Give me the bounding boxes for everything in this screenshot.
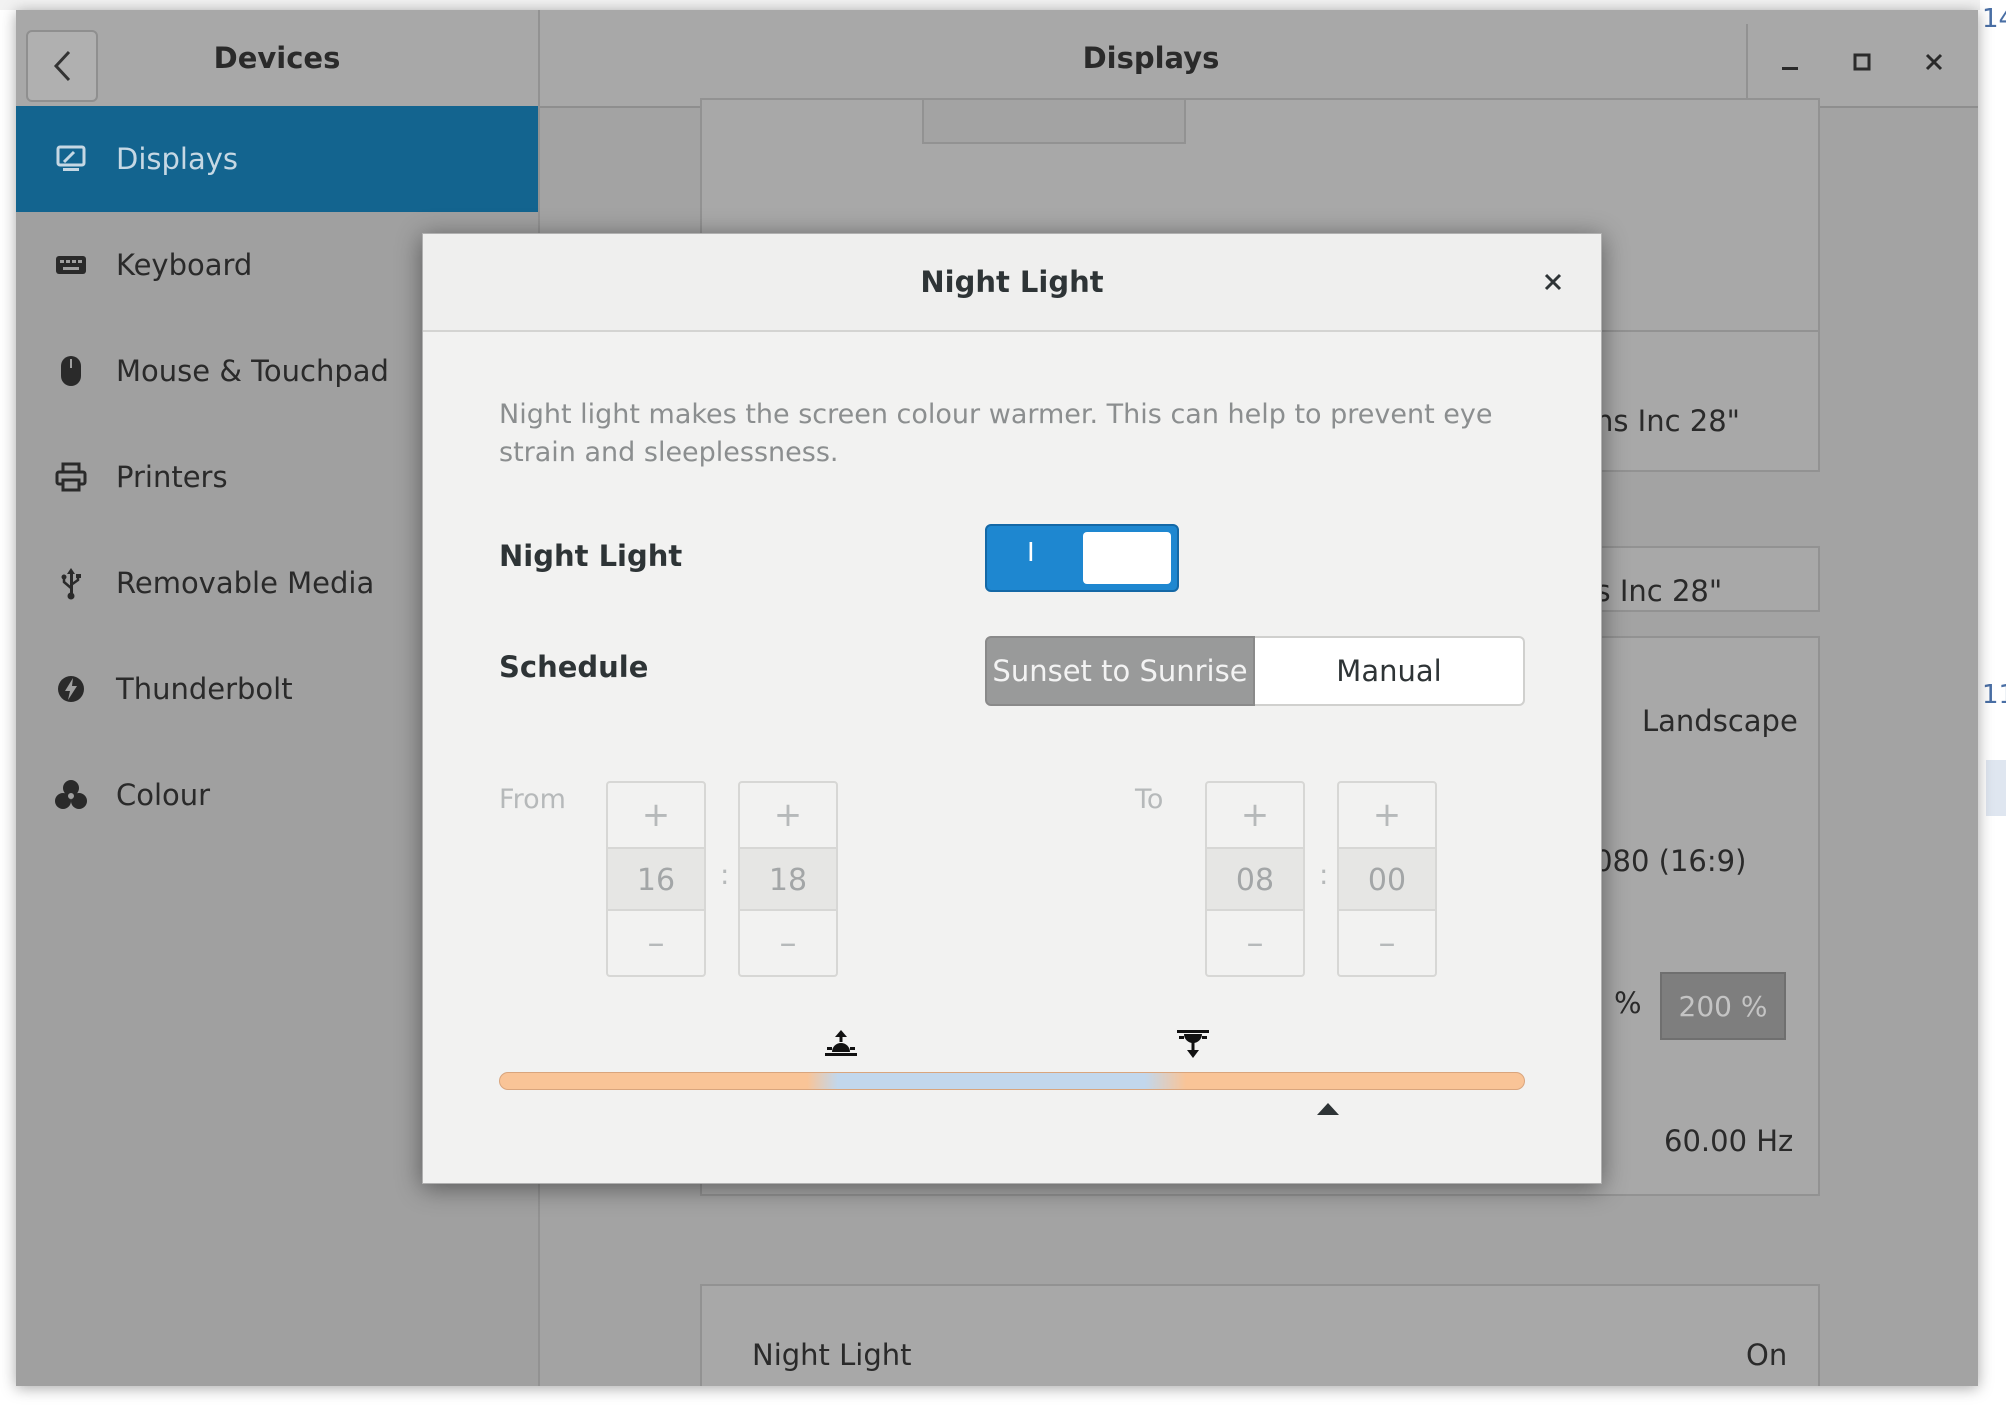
to-minute-decrement-button[interactable]: – (1339, 909, 1435, 975)
page-title: Displays (1082, 41, 1220, 75)
from-minute-spinner: + 18 – (738, 781, 838, 977)
background-browser-strip (0, 0, 2006, 10)
display-icon (46, 144, 96, 174)
scale-option-selected[interactable]: 200 % (1660, 972, 1786, 1040)
sidebar-item-displays[interactable]: Displays (16, 106, 538, 212)
night-light-label: Night Light (499, 539, 683, 573)
minimize-icon (1782, 67, 1798, 70)
refresh-rate-value[interactable]: 60.00 Hz (1664, 1124, 1793, 1158)
keyboard-icon (46, 253, 96, 277)
sidebar-item-label: Printers (116, 460, 228, 494)
dialog-title: Night Light (920, 265, 1104, 299)
sidebar-item-label: Colour (116, 778, 211, 812)
sidebar-item-label: Displays (116, 142, 239, 176)
to-label: To (1135, 784, 1164, 815)
usb-icon (46, 566, 96, 600)
switch-knob[interactable] (1083, 532, 1171, 584)
dialog-close-button[interactable] (1529, 258, 1577, 306)
maximize-button[interactable] (1834, 34, 1890, 90)
back-button[interactable] (26, 30, 98, 102)
background-number: 14 (1982, 4, 2006, 34)
sunset-icon (1175, 1028, 1211, 1064)
orientation-value[interactable]: Landscape (1642, 704, 1798, 738)
sidebar-item-label: Removable Media (116, 566, 375, 600)
sunrise-icon (823, 1028, 859, 1062)
from-label: From (499, 784, 566, 815)
from-minute-value[interactable]: 18 (740, 849, 836, 911)
from-hour-spinner: + 16 – (606, 781, 706, 977)
time-separator: : (1319, 858, 1329, 891)
close-window-button[interactable] (1906, 34, 1962, 90)
schedule-selector: Sunset to Sunrise Manual (985, 636, 1525, 706)
printer-icon (46, 462, 96, 492)
sidebar-item-label: Mouse & Touchpad (116, 354, 389, 388)
night-light-dialog: Night Light Night light makes the screen… (422, 233, 1602, 1184)
from-hour-value[interactable]: 16 (608, 849, 704, 911)
chevron-left-icon (53, 50, 71, 82)
schedule-manual-button[interactable]: Manual (1255, 636, 1525, 706)
close-icon (1544, 273, 1562, 291)
to-hour-value[interactable]: 08 (1207, 849, 1303, 911)
colour-icon (46, 779, 96, 811)
schedule-label: Schedule (499, 650, 649, 684)
schedule-sunset-to-sunrise-button[interactable]: Sunset to Sunrise (985, 636, 1255, 706)
to-hour-increment-button[interactable]: + (1207, 783, 1303, 849)
current-time-marker-icon (1317, 1100, 1339, 1119)
to-minute-value[interactable]: 00 (1339, 849, 1435, 911)
minimize-button[interactable] (1762, 34, 1818, 90)
settings-window: Devices Displays Displays Keyboard Mouse… (16, 10, 1978, 1386)
from-hour-increment-button[interactable]: + (608, 783, 704, 849)
scale-option[interactable]: % (1614, 986, 1642, 1020)
monitor-preview[interactable] (922, 98, 1186, 144)
night-light-row-value: On (1746, 1338, 1788, 1372)
sidebar-item-label: Thunderbolt (116, 672, 293, 706)
to-hour-spinner: + 08 – (1205, 781, 1305, 977)
from-minute-decrement-button[interactable]: – (740, 909, 836, 975)
night-light-row-label: Night Light (752, 1338, 912, 1372)
sidebar-item-label: Keyboard (116, 248, 253, 282)
schedule-timeline (499, 1072, 1525, 1090)
background-number: 11 (1982, 680, 2006, 710)
time-separator: : (720, 858, 730, 891)
to-hour-decrement-button[interactable]: – (1207, 909, 1303, 975)
from-hour-decrement-button[interactable]: – (608, 909, 704, 975)
dialog-description: Night light makes the screen colour warm… (499, 399, 1493, 468)
night-light-switch[interactable]: I (985, 524, 1179, 592)
to-minute-increment-button[interactable]: + (1339, 783, 1435, 849)
maximize-icon (1853, 53, 1871, 71)
header-divider (1746, 24, 1748, 104)
background-page-edge: 14 11 (1980, 0, 2006, 1408)
headerbar: Devices Displays (16, 10, 1978, 108)
from-minute-increment-button[interactable]: + (740, 783, 836, 849)
background-scroll-marker (1986, 760, 2006, 816)
switch-on-label: I (1027, 538, 1035, 568)
mouse-icon (46, 355, 96, 387)
close-icon (1925, 53, 1943, 71)
thunderbolt-icon (46, 674, 96, 704)
to-minute-spinner: + 00 – (1337, 781, 1437, 977)
